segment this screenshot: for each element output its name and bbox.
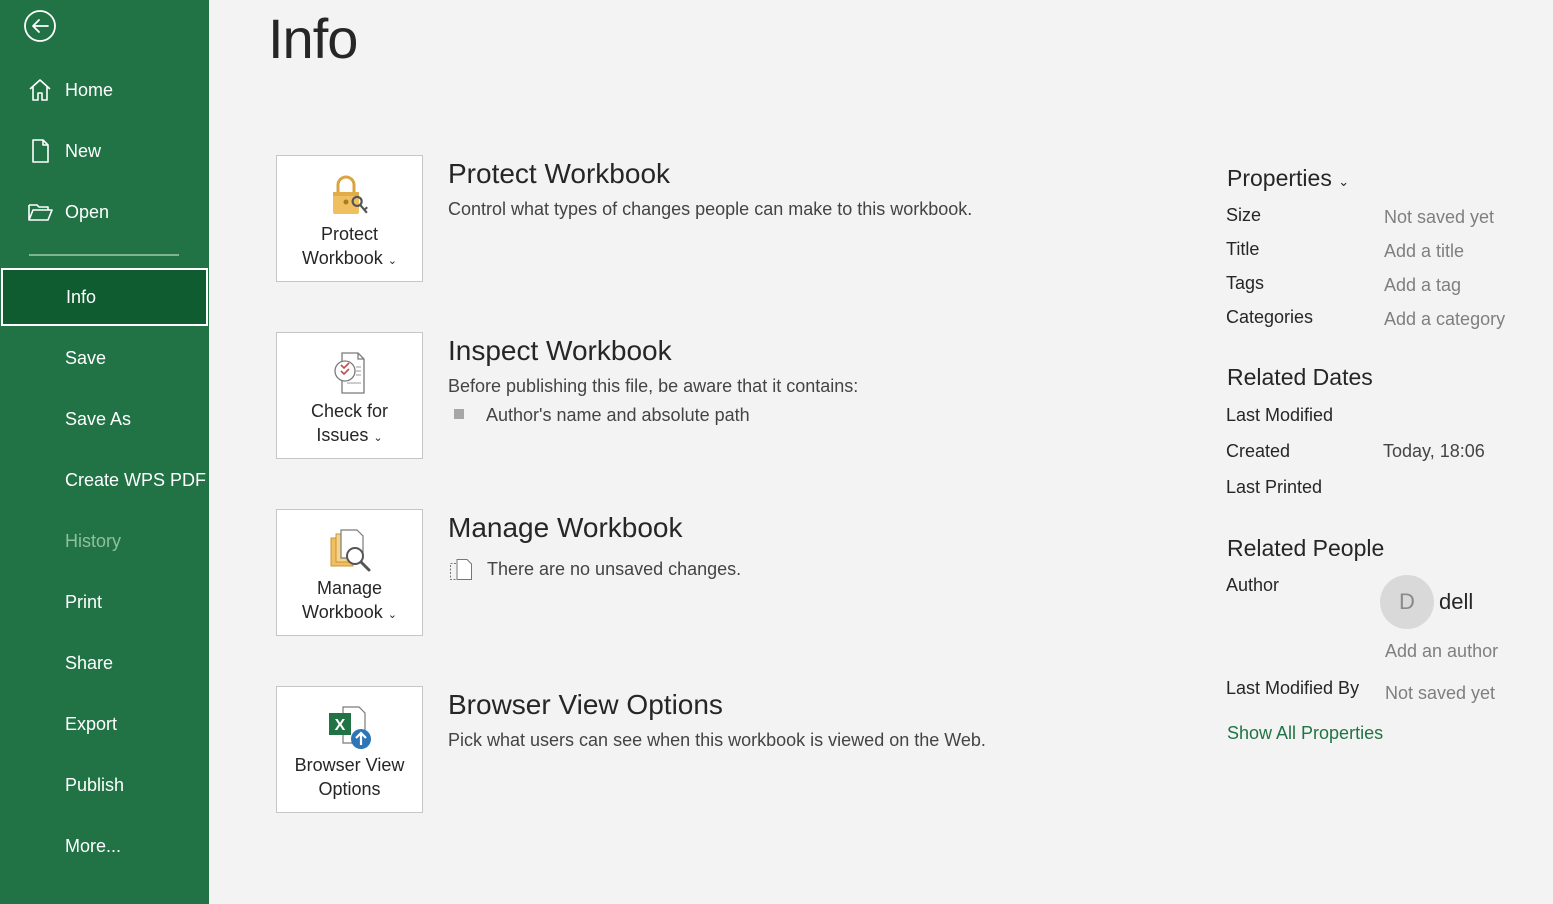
sidebar-divider: [29, 254, 179, 256]
protect-workbook-button[interactable]: Protect Workbook ⌄: [276, 155, 423, 282]
nav-more-label: More...: [65, 835, 122, 856]
manage-versions-icon: [325, 526, 375, 576]
chevron-down-icon: ⌄: [373, 432, 383, 444]
title-label: Title: [1226, 239, 1260, 259]
nav-save-as-label: Save As: [65, 408, 132, 429]
size-value: Not saved yet: [1384, 207, 1495, 227]
check-for-issues-line1: Check for: [310, 401, 389, 421]
related-dates-heading: Related Dates: [1227, 364, 1373, 390]
browser-view-options-line1: Browser View: [294, 755, 405, 775]
manage-workbook-desc: There are no unsaved changes.: [487, 559, 742, 579]
last-modified-by-value: Not saved yet: [1385, 683, 1496, 703]
nav-info[interactable]: Info: [1, 268, 208, 326]
nav-history-label: History: [65, 530, 122, 551]
page-title: Info: [268, 7, 358, 70]
nav-print[interactable]: Print: [0, 573, 209, 631]
svg-text:X: X: [335, 717, 346, 734]
last-modified-by-label: Last Modified By: [1226, 678, 1360, 698]
new-document-icon: [27, 138, 53, 164]
folder-open-icon: [27, 199, 53, 225]
manage-workbook-button[interactable]: Manage Workbook ⌄: [276, 509, 423, 636]
last-printed-label: Last Printed: [1226, 477, 1323, 497]
created-value: Today, 18:06: [1383, 441, 1485, 461]
nav-publish-label: Publish: [65, 774, 125, 795]
nav-new[interactable]: New: [0, 122, 209, 180]
last-modified-label: Last Modified: [1226, 405, 1334, 425]
avatar[interactable]: D: [1380, 575, 1434, 629]
manage-workbook-line1: Manage: [316, 578, 383, 598]
related-people-heading: Related People: [1227, 535, 1385, 561]
nav-history: History: [0, 512, 209, 570]
backstage-sidebar: Home New Open Info Save Save As Create W…: [0, 0, 209, 904]
home-icon: [27, 77, 53, 103]
protect-workbook-line2: Workbook: [302, 248, 383, 268]
inspect-document-icon: [325, 349, 375, 399]
browser-view-options-desc: Pick what users can see when this workbo…: [448, 730, 986, 750]
nav-print-label: Print: [65, 591, 103, 612]
properties-heading: Properties: [1227, 165, 1332, 191]
nav-share[interactable]: Share: [0, 634, 209, 692]
properties-dropdown[interactable]: Properties ⌄: [1227, 165, 1349, 192]
protect-workbook-desc: Control what types of changes people can…: [448, 199, 973, 219]
excel-web-icon: X: [325, 703, 375, 753]
browser-view-options-button[interactable]: X Browser View Options: [276, 686, 423, 813]
check-for-issues-button[interactable]: Check for Issues ⌄: [276, 332, 423, 459]
nav-share-label: Share: [65, 652, 114, 673]
author-name[interactable]: dell: [1439, 589, 1473, 615]
tags-field[interactable]: Add a tag: [1384, 275, 1461, 296]
inspect-workbook-title: Inspect Workbook: [448, 335, 672, 366]
nav-create-wps-pdf[interactable]: Create WPS PDF: [0, 451, 209, 509]
chevron-down-icon: ⌄: [1338, 174, 1350, 189]
nav-home-label: Home: [65, 79, 114, 100]
add-author-field[interactable]: Add an author: [1385, 641, 1498, 662]
protect-workbook-title: Protect Workbook: [448, 158, 671, 189]
nav-save-label: Save: [65, 347, 107, 368]
nav-more[interactable]: More...: [0, 817, 209, 875]
title-field[interactable]: Add a title: [1384, 241, 1464, 262]
inspect-workbook-desc: Before publishing this file, be aware th…: [448, 376, 859, 396]
versions-document-icon: [449, 557, 475, 588]
nav-info-label: Info: [66, 286, 97, 307]
nav-save-as[interactable]: Save As: [0, 390, 209, 448]
nav-create-wps-pdf-label: Create WPS PDF: [65, 469, 207, 490]
chevron-down-icon: ⌄: [387, 609, 397, 621]
bullet-icon: [454, 409, 464, 419]
nav-open-label: Open: [65, 201, 110, 222]
nav-export[interactable]: Export: [0, 695, 209, 753]
categories-field[interactable]: Add a category: [1384, 309, 1505, 330]
manage-workbook-line2: Workbook: [302, 602, 383, 622]
inspect-bullet-text: Author's name and absolute path: [486, 405, 750, 425]
lock-key-icon: [325, 172, 375, 222]
chevron-down-icon: ⌄: [387, 255, 397, 267]
author-label: Author: [1226, 575, 1280, 595]
check-for-issues-line2: Issues: [316, 425, 369, 445]
tags-label: Tags: [1226, 273, 1265, 293]
created-label: Created: [1226, 441, 1291, 461]
categories-label: Categories: [1226, 307, 1314, 327]
browser-view-options-title: Browser View Options: [448, 689, 723, 720]
manage-workbook-title: Manage Workbook: [448, 512, 683, 543]
nav-publish[interactable]: Publish: [0, 756, 209, 814]
back-arrow-icon[interactable]: [22, 8, 58, 44]
show-all-properties-link[interactable]: Show All Properties: [1227, 723, 1383, 744]
nav-save[interactable]: Save: [0, 329, 209, 387]
nav-export-label: Export: [65, 713, 118, 734]
nav-home[interactable]: Home: [0, 61, 209, 119]
browser-view-options-line2: Options: [318, 779, 381, 799]
size-label: Size: [1226, 205, 1262, 225]
nav-open[interactable]: Open: [0, 183, 209, 241]
protect-workbook-line1: Protect: [320, 224, 379, 244]
nav-new-label: New: [65, 140, 102, 161]
